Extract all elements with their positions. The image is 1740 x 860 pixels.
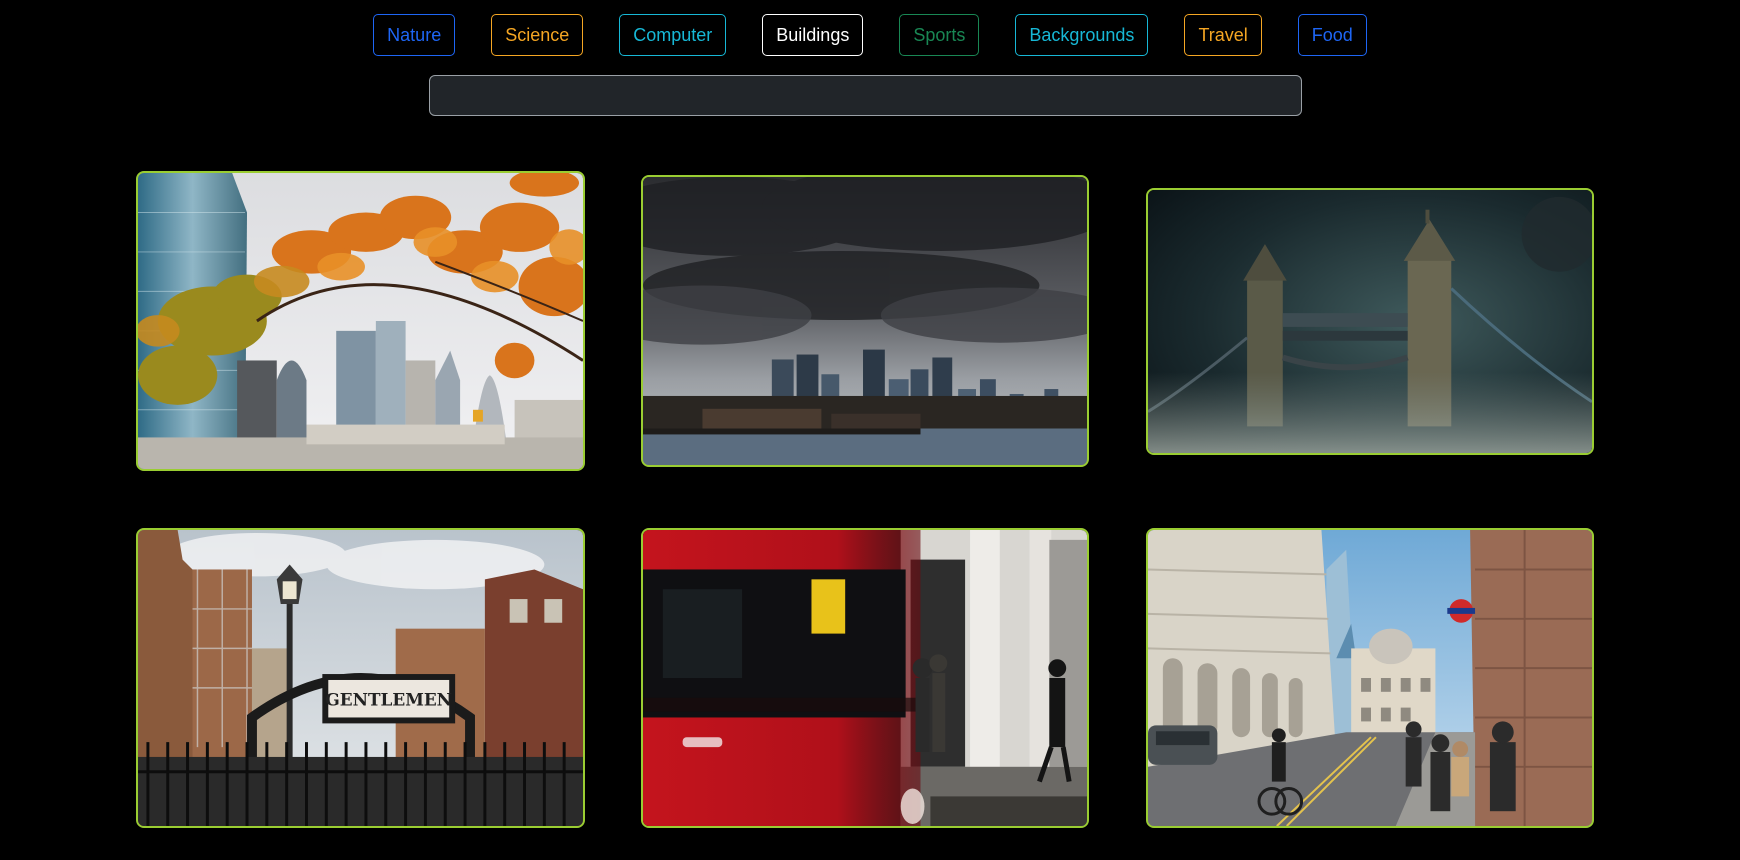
tower-bridge-photo [1148,190,1592,453]
category-backgrounds-button[interactable]: Backgrounds [1015,14,1149,56]
category-sports-button[interactable]: Sports [899,14,980,56]
gallery-image-storm-skyline[interactable] [641,175,1089,467]
gallery-image-city-street[interactable] [1146,528,1594,828]
gallery-image-autumn-skyline[interactable] [136,171,585,471]
storm-skyline-photo [643,177,1087,465]
category-bar: Nature Science Computer Buildings Sports… [0,14,1740,56]
gentlemen-sign-text: GENTLEMEN [325,690,452,710]
gentlemen-sign-photo: GENTLEMEN [138,530,583,826]
autumn-skyline-photo [138,173,583,469]
gallery-image-gentlemen-sign[interactable]: GENTLEMEN [136,528,585,828]
city-street-photo [1148,530,1592,826]
category-nature-button[interactable]: Nature [373,14,456,56]
category-computer-button[interactable]: Computer [619,14,727,56]
gallery-image-red-bus[interactable] [641,528,1089,828]
category-travel-button[interactable]: Travel [1184,14,1262,56]
category-science-button[interactable]: Science [491,14,584,56]
category-buildings-button[interactable]: Buildings [762,14,864,56]
red-bus-photo [643,530,1087,826]
gallery-image-tower-bridge[interactable] [1146,188,1594,455]
category-food-button[interactable]: Food [1297,14,1367,56]
search-input[interactable] [429,75,1302,116]
page: Nature Science Computer Buildings Sports… [0,0,1740,860]
